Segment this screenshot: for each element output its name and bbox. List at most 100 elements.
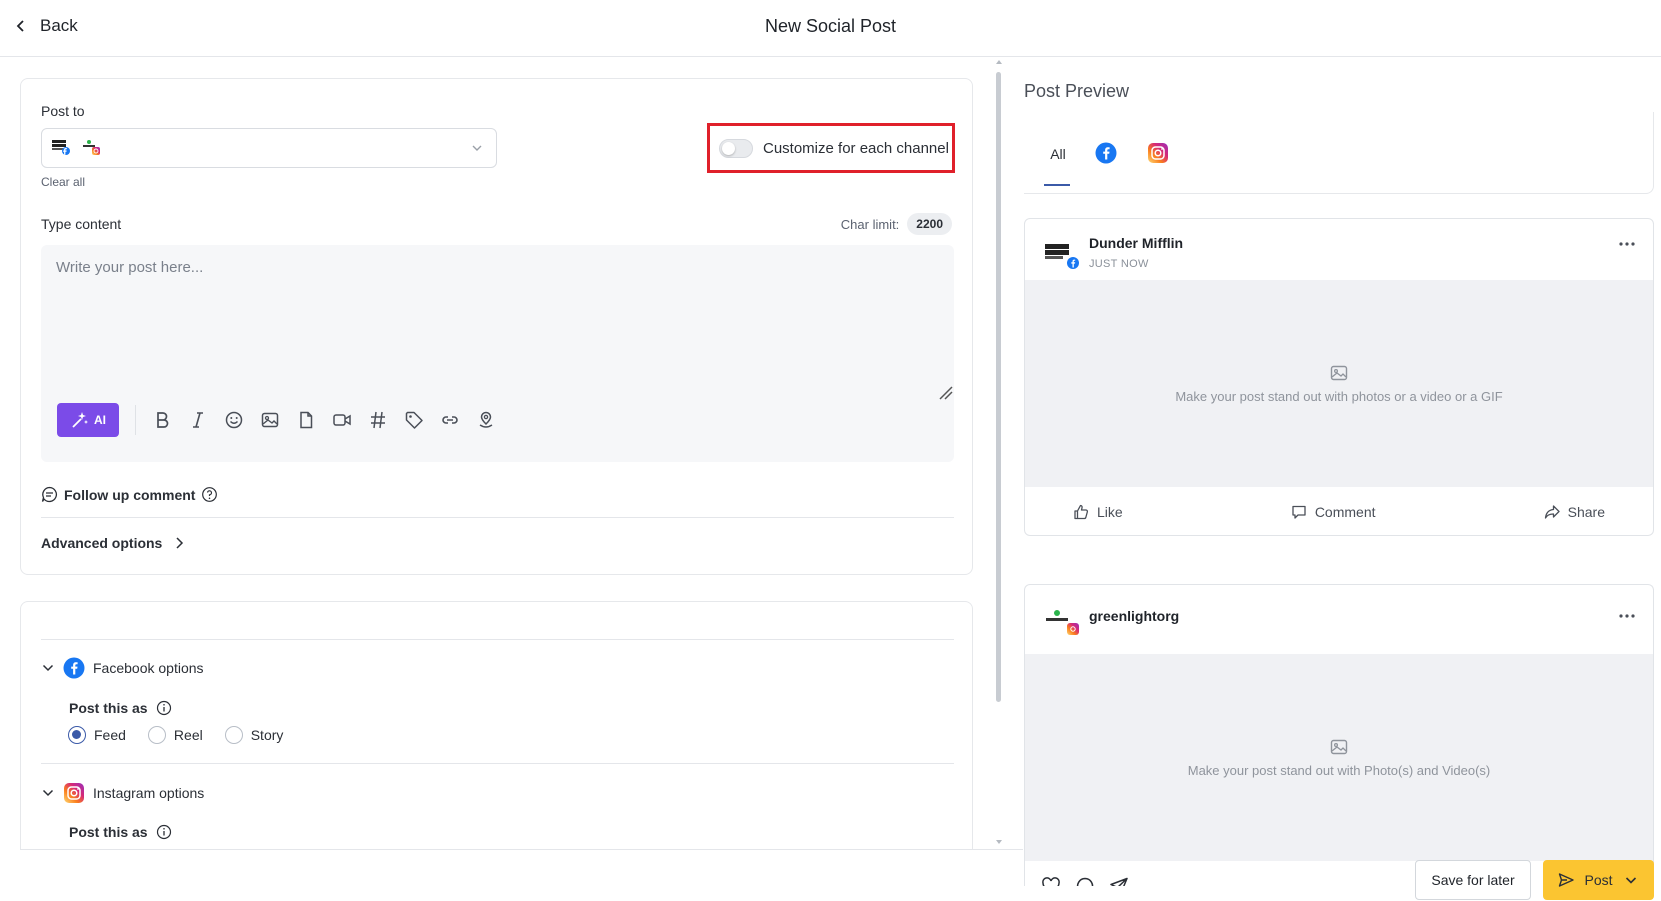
preview-title: Post Preview — [1024, 81, 1130, 101]
instagram-account-name: greenlightorg — [1089, 608, 1180, 624]
tab-all-label: All — [1050, 146, 1066, 162]
instagram-icon — [64, 783, 84, 803]
editor-toolbar: AI — [57, 402, 504, 438]
post-to-label: Post to — [41, 103, 85, 119]
like-label: Like — [1097, 504, 1123, 520]
instagram-icon — [1148, 143, 1168, 163]
facebook-post-as: Post this as — [69, 700, 172, 716]
more-icon[interactable] — [1617, 239, 1637, 249]
post-as-label: Post this as — [69, 700, 148, 716]
instagram-badge-icon — [1067, 623, 1079, 635]
image-icon — [261, 412, 279, 428]
hashtag-icon — [371, 411, 385, 429]
chevron-down-icon — [42, 664, 54, 672]
video-button[interactable] — [324, 403, 360, 437]
info-icon[interactable] — [156, 824, 172, 840]
toolbar-divider — [135, 405, 136, 435]
composer-card: Post to Clear all Customize for each cha… — [20, 78, 973, 575]
post-button[interactable]: Post — [1543, 860, 1654, 900]
video-icon — [333, 414, 351, 426]
type-content-label: Type content — [41, 216, 122, 232]
scroll-up-icon[interactable] — [995, 58, 1003, 66]
scroll-down-icon[interactable] — [995, 838, 1003, 846]
image-button[interactable] — [252, 403, 288, 437]
hashtag-button[interactable] — [360, 403, 396, 437]
ai-label: AI — [94, 413, 106, 427]
tab-all[interactable]: All — [1044, 138, 1072, 188]
customize-toggle[interactable] — [719, 138, 753, 158]
facebook-account-name: Dunder Mifflin — [1089, 235, 1184, 251]
document-button[interactable] — [288, 403, 324, 437]
heart-icon[interactable] — [1041, 876, 1061, 886]
chevron-down-icon[interactable] — [1623, 872, 1639, 888]
char-limit: Char limit: 2200 — [841, 213, 952, 235]
scrollbar[interactable] — [994, 58, 1004, 848]
emoji-button[interactable] — [216, 403, 252, 437]
location-icon — [479, 411, 493, 428]
tag-icon — [405, 411, 423, 429]
top-bar: Back New Social Post — [0, 0, 1661, 57]
radio-label: Reel — [173, 727, 203, 743]
bold-icon — [157, 412, 169, 428]
content-editor: AI — [41, 245, 954, 462]
ai-button[interactable]: AI — [57, 403, 119, 437]
facebook-post-type: Feed Reel Story — [68, 726, 283, 744]
comment-icon — [41, 486, 58, 503]
facebook-media-placeholder[interactable]: Make your post stand out with photos or … — [1025, 280, 1653, 487]
instagram-media-placeholder[interactable]: Make your post stand out with Photo(s) a… — [1025, 654, 1653, 861]
scroll-thumb[interactable] — [996, 72, 1001, 702]
radio-dot — [224, 726, 243, 744]
emoji-icon — [225, 411, 243, 429]
post-label: Post — [1584, 872, 1613, 888]
link-button[interactable] — [432, 403, 468, 437]
comment-icon — [1292, 505, 1306, 519]
location-button[interactable] — [468, 403, 504, 437]
link-icon — [442, 416, 458, 424]
thumbs-up-icon — [1074, 504, 1089, 520]
facebook-icon — [63, 657, 85, 679]
facebook-options-title: Facebook options — [93, 660, 204, 676]
send-icon[interactable] — [1109, 876, 1129, 886]
help-icon[interactable] — [201, 486, 218, 503]
follow-up-comment[interactable]: Follow up comment — [41, 486, 218, 503]
page-title: New Social Post — [764, 16, 897, 36]
instagram-actions — [1041, 876, 1129, 886]
customize-highlight: Customize for each channel — [707, 123, 955, 173]
facebook-actions: Like Comment Share — [1025, 487, 1653, 535]
image-icon — [1330, 739, 1348, 755]
share-label: Share — [1567, 504, 1605, 520]
instagram-post-as: Post this as — [69, 824, 172, 840]
comment-button[interactable]: Comment — [1291, 504, 1376, 520]
follow-up-label: Follow up comment — [64, 486, 196, 503]
share-button[interactable]: Share — [1544, 504, 1605, 520]
facebook-preview-card: Dunder Mifflin JUST NOW Make your post s… — [1024, 218, 1654, 536]
save-for-later-button[interactable]: Save for later — [1415, 860, 1531, 900]
content-input[interactable] — [41, 245, 954, 395]
tag-button[interactable] — [396, 403, 432, 437]
info-icon[interactable] — [156, 700, 172, 716]
facebook-options-toggle[interactable]: Facebook options — [41, 657, 204, 679]
more-icon[interactable] — [1617, 611, 1637, 621]
facebook-badge-icon — [1067, 257, 1079, 269]
image-icon — [1330, 365, 1348, 381]
italic-button[interactable] — [180, 403, 216, 437]
radio-reel[interactable]: Reel — [147, 726, 203, 744]
advanced-options-button[interactable]: Advanced options — [41, 535, 186, 551]
post-to-select[interactable] — [41, 128, 497, 168]
bold-button[interactable] — [144, 403, 180, 437]
resize-handle-icon[interactable] — [936, 383, 954, 401]
comment-icon[interactable] — [1075, 876, 1095, 886]
radio-feed[interactable]: Feed — [68, 726, 126, 744]
radio-story[interactable]: Story — [224, 726, 284, 744]
tab-facebook[interactable] — [1094, 138, 1118, 188]
document-icon — [300, 411, 313, 429]
instagram-preview-card: greenlightorg Make your post stand out w… — [1024, 584, 1654, 886]
chevron-down-icon — [472, 145, 482, 151]
like-button[interactable]: Like — [1073, 504, 1123, 520]
instagram-options-toggle[interactable]: Instagram options — [41, 782, 204, 804]
clear-all-link[interactable]: Clear all — [41, 175, 85, 189]
facebook-post-time: JUST NOW — [1089, 258, 1149, 270]
radio-label: Story — [250, 727, 284, 743]
tab-instagram[interactable] — [1146, 138, 1170, 188]
divider — [41, 517, 954, 518]
